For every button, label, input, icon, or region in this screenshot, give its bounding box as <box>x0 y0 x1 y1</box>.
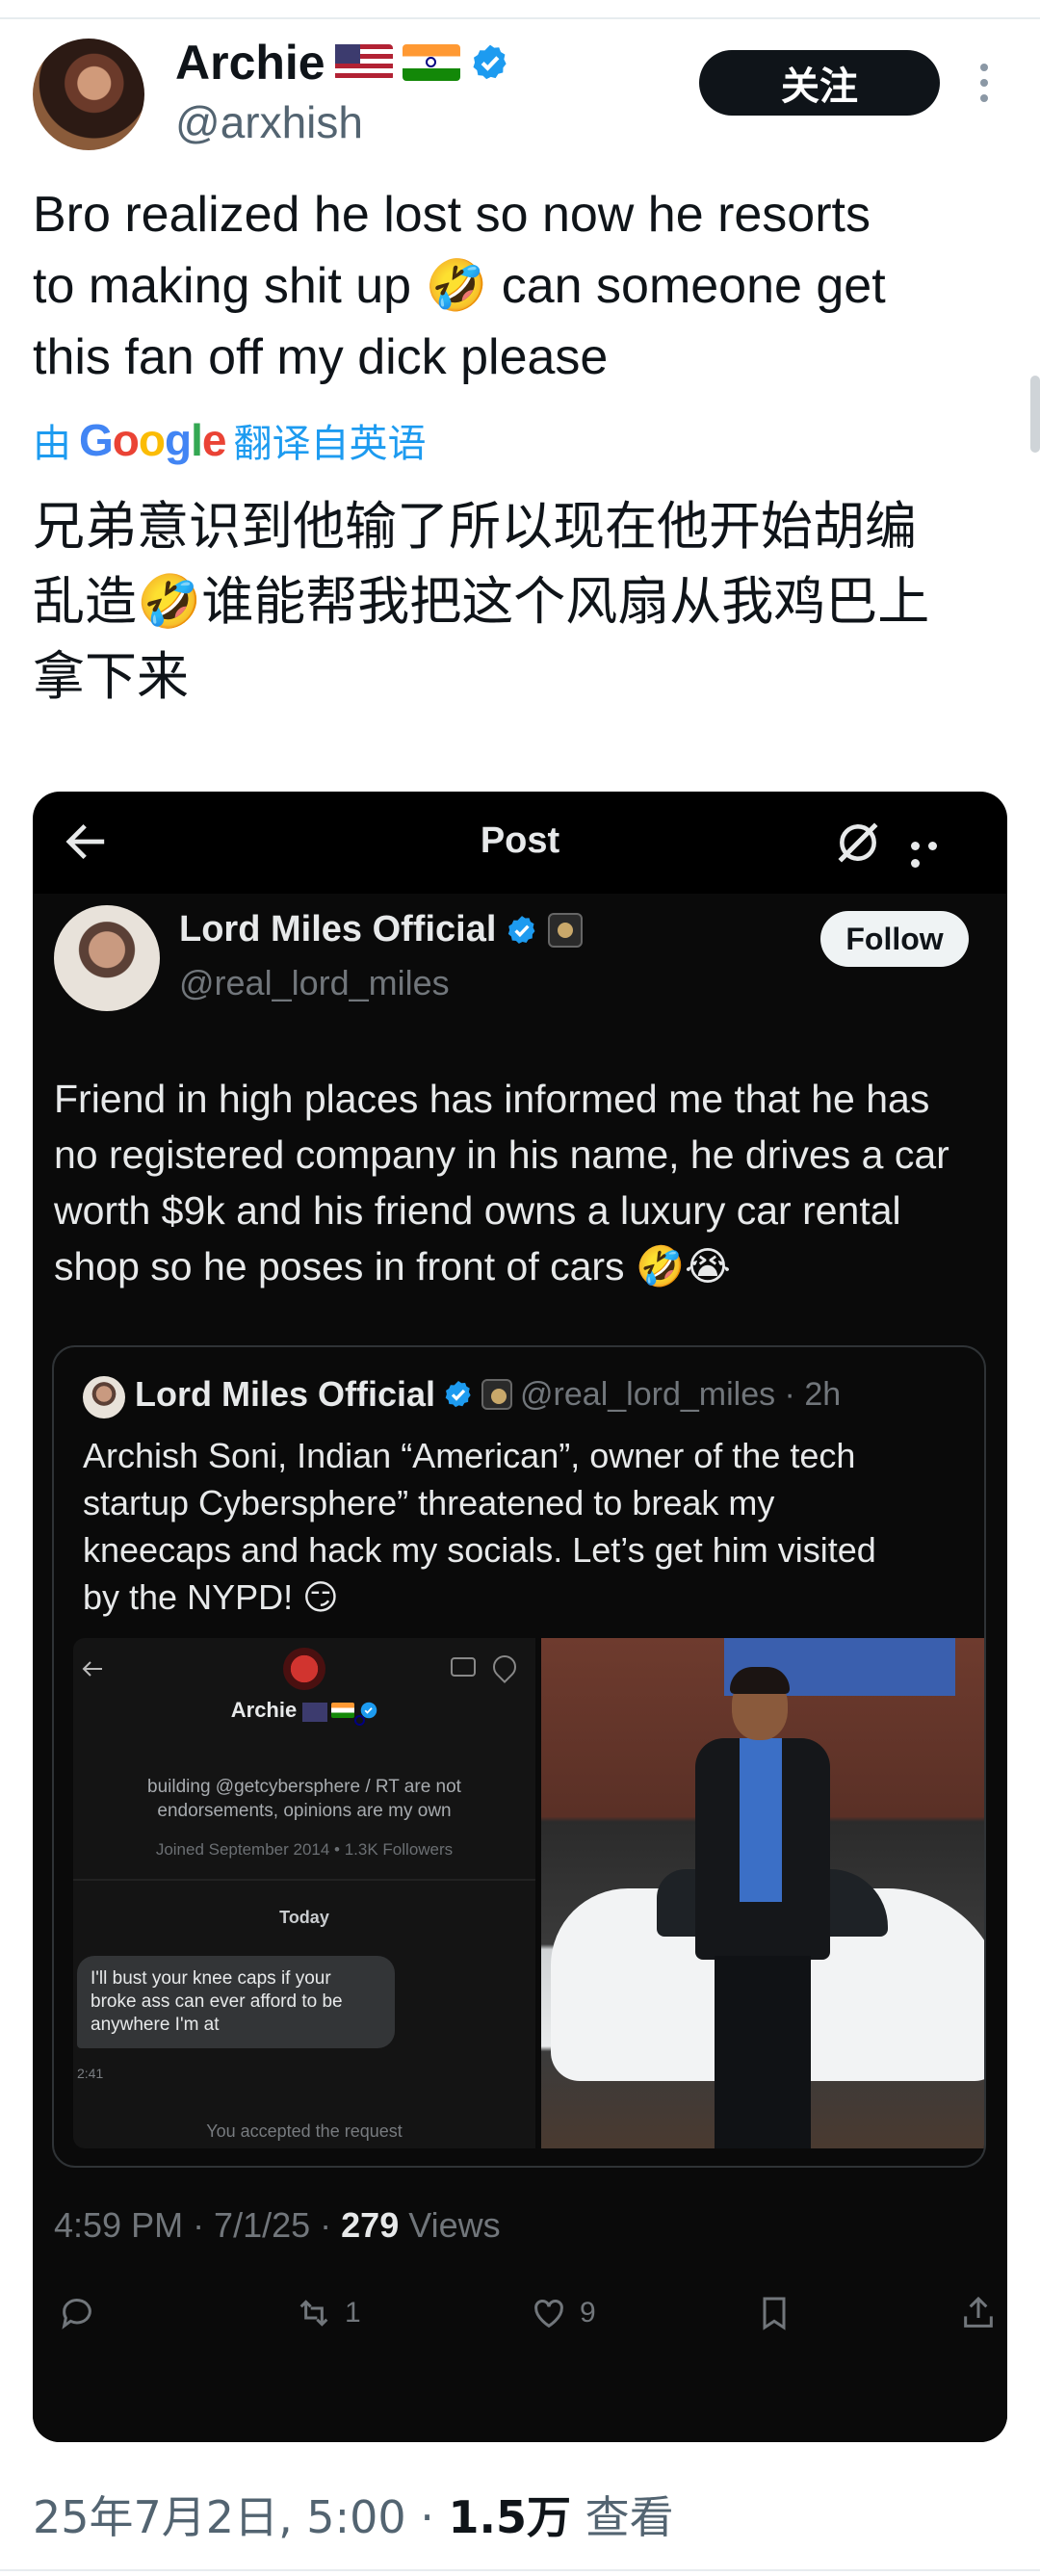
lord-miles-name: Lord Miles Official <box>179 909 497 950</box>
retweet-count: 1 <box>345 2297 361 2329</box>
embedded-text-line: Friend in high places has informed me th… <box>54 1077 930 1121</box>
embedded-screenshot[interactable]: Post Lord Miles Official @real_lord_mile… <box>33 792 1007 2442</box>
author-name-row: Archie <box>175 35 510 91</box>
tweet-text-line: this fan off my dick please <box>33 329 609 385</box>
author-name[interactable]: Archie <box>175 35 325 91</box>
like-action: 9 <box>530 2294 596 2332</box>
google-logo: Google <box>79 415 226 465</box>
translated-text: 兄弟意识到他输了所以现在他开始胡编 乱造🤣谁能帮我把这个风扇从我鸡巴上 拿下来 <box>33 489 1005 715</box>
dm-bio: building @getcybersphere / RT are not en… <box>147 1777 461 1821</box>
tweet-views-count: 1.5万 <box>448 2491 571 2543</box>
scrollbar[interactable] <box>1030 376 1040 453</box>
quoted-author-name: Lord Miles Official <box>135 1374 436 1414</box>
tweet-footer: 25年7月2日, 5:00 · 1.5万 查看 <box>33 2483 674 2546</box>
grok-icon <box>838 822 878 863</box>
dm-avatar <box>283 1648 325 1690</box>
tweet-text-line: Bro realized he lost so now he resorts <box>33 187 871 243</box>
video-call-icon <box>451 1657 476 1677</box>
embedded-post-text: Friend in high places has informed me th… <box>54 1071 978 1294</box>
embedded-text-line: worth $9k and his friend owns a luxury c… <box>54 1188 901 1233</box>
dm-name-row: Archie <box>73 1698 535 1726</box>
verified-badge-icon <box>445 1381 471 1408</box>
retweet-icon <box>299 2300 328 2327</box>
verified-badge-icon <box>508 915 535 944</box>
embedded-follow-button: Follow <box>820 911 969 967</box>
man-legs <box>715 1956 811 2148</box>
tweet-text: Bro realized he lost so now he resorts t… <box>33 179 1005 393</box>
car-photo-image <box>541 1638 984 2148</box>
dm-back-arrow-icon <box>82 1661 102 1677</box>
embedded-views-count: 279 <box>341 2205 400 2245</box>
dm-screenshot-image: Archie building @getcybersphere / RT are… <box>73 1638 535 2148</box>
dm-today-label: Today <box>279 1908 329 1927</box>
affiliate-badge-icon <box>548 912 584 948</box>
author-handle[interactable]: @arxhish <box>175 96 363 148</box>
translated-line: 兄弟意识到他输了所以现在他开始胡编 <box>33 496 917 557</box>
translate-prefix: 由 <box>33 422 71 466</box>
post-header-bar: Post <box>33 792 1007 894</box>
translated-line: 拿下来 <box>33 646 189 707</box>
embedded-text-line: shop so he poses in front of cars 🤣😭 <box>54 1244 731 1288</box>
embedded-views-label: Views <box>399 2205 501 2245</box>
us-flag-icon <box>334 44 393 81</box>
embedded-text-line: no registered company in his name, he dr… <box>54 1132 949 1177</box>
reply-icon <box>62 2299 91 2329</box>
bookmark-icon <box>763 2297 786 2330</box>
translate-attribution[interactable]: 由 Google 翻译自英语 <box>33 412 426 468</box>
top-divider <box>0 17 1040 19</box>
dm-message-time: 2:41 <box>77 2066 104 2081</box>
follow-button[interactable]: 关注 <box>699 50 940 116</box>
verified-badge-icon <box>473 44 507 80</box>
translate-suffix: 翻译自英语 <box>233 422 427 466</box>
dm-joined: Joined September 2014 • 1.3K Followers <box>155 1840 454 1859</box>
affiliate-badge-icon <box>481 1379 513 1410</box>
man-hair <box>730 1667 790 1694</box>
tweet-text-line: to making shit up 🤣 can someone get <box>33 258 886 314</box>
lord-miles-name-row: Lord Miles Official <box>179 909 584 950</box>
share-icon <box>964 2296 993 2328</box>
quoted-post: Lord Miles Official @real_lord_miles · 2… <box>52 1345 986 2168</box>
post-more-icon <box>911 838 959 868</box>
india-flag-icon <box>331 1703 366 1726</box>
phone-icon <box>488 1651 521 1683</box>
embedded-action-bar: 1 9 <box>54 2294 998 2332</box>
quoted-avatar <box>83 1376 125 1418</box>
embedded-timestamp: 4:59 PM · 7/1/25 · <box>54 2205 342 2245</box>
man-shirt <box>740 1738 782 1902</box>
lord-miles-handle: @real_lord_miles <box>179 963 450 1002</box>
dm-divider <box>73 1879 535 1881</box>
tweet-datetime[interactable]: 25年7月2日, 5:00 · <box>33 2491 448 2543</box>
share-action <box>959 2294 998 2332</box>
dm-accepted-note: You accepted the request <box>206 2121 403 2141</box>
heart-icon <box>534 2300 563 2329</box>
quoted-text-line: by the NYPD! 😏 <box>83 1577 339 1617</box>
bottom-divider <box>0 2569 1040 2571</box>
dm-name: Archie <box>230 1698 298 1722</box>
quoted-text: Archish Soni, Indian “American”, owner o… <box>83 1432 949 1621</box>
quoted-text-line: Archish Soni, Indian “American”, owner o… <box>83 1436 856 1475</box>
dm-message-bubble: I'll bust your knee caps if your broke a… <box>77 1956 395 2048</box>
bookmark-action <box>755 2294 793 2332</box>
translated-line: 乱造🤣谁能帮我把这个风扇从我鸡巴上 <box>33 571 930 632</box>
retweet-action: 1 <box>295 2294 361 2332</box>
reply-action <box>58 2294 96 2332</box>
lord-miles-avatar <box>54 905 160 1011</box>
like-count: 9 <box>580 2297 596 2329</box>
quoted-header: Lord Miles Official @real_lord_miles · 2… <box>135 1374 841 1415</box>
quoted-text-line: startup Cybersphere” threatened to break… <box>83 1483 775 1522</box>
tweet-views-label: 查看 <box>570 2491 674 2543</box>
quoted-handle-time: @real_lord_miles · 2h <box>520 1375 842 1413</box>
more-options-icon[interactable] <box>975 64 994 106</box>
quoted-text-line: kneecaps and hack my socials. Let’s get … <box>83 1530 876 1570</box>
author-avatar[interactable] <box>33 39 144 150</box>
embedded-post-meta: 4:59 PM · 7/1/25 · 279 Views <box>54 2205 501 2246</box>
us-flag-icon <box>302 1703 328 1722</box>
india-flag-icon <box>402 44 460 81</box>
